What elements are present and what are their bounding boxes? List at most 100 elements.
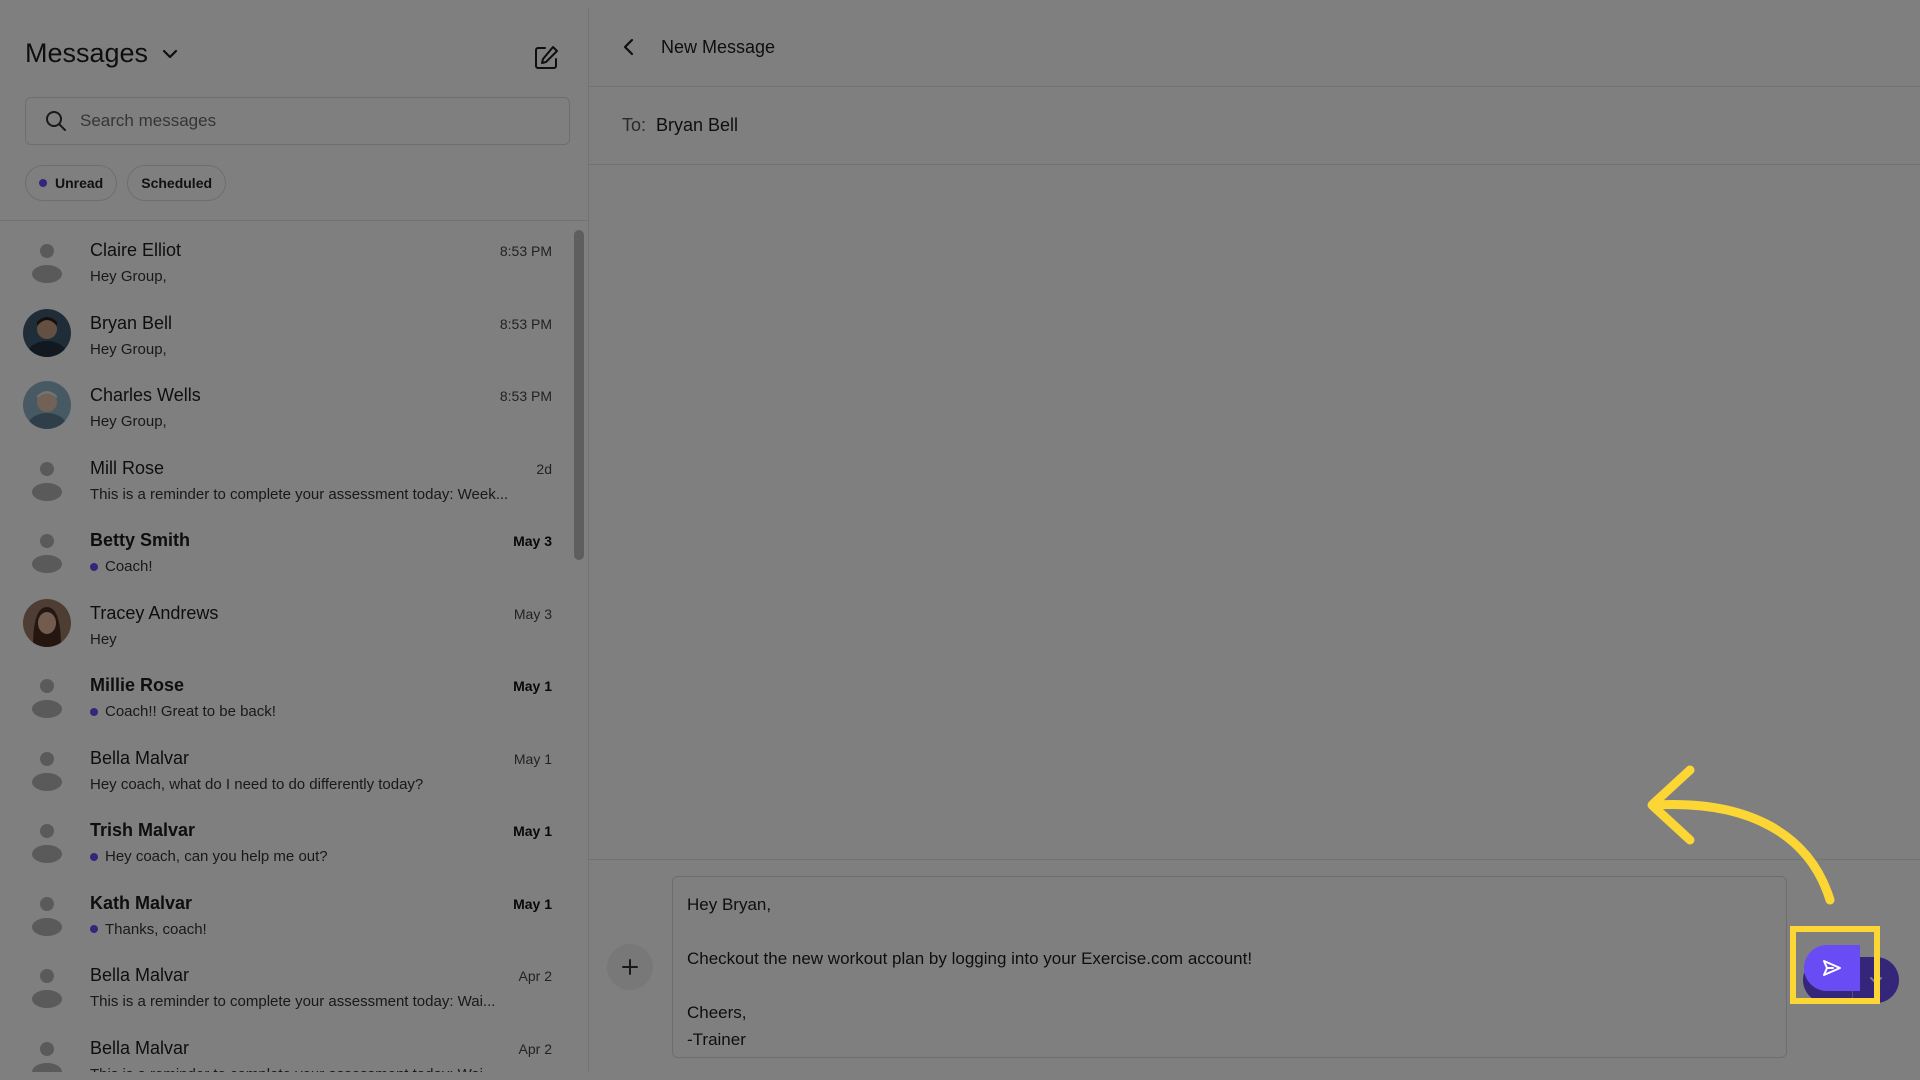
conversation-time: Apr 2	[518, 968, 552, 984]
conversation-time: May 3	[513, 533, 552, 549]
messages-sidebar: Messages Unread Scheduled Claire Elliot H…	[0, 8, 589, 1072]
conversation-time: May 1	[513, 678, 552, 694]
avatar	[23, 381, 71, 429]
conversation-name: Betty Smith	[90, 530, 191, 550]
conversation-item[interactable]: Bella Malvar Hey coach, what do I need to…	[0, 734, 574, 807]
conversation-time: May 1	[513, 823, 552, 839]
bottom-margin	[0, 1072, 1920, 1080]
message-header: New Message	[589, 8, 1920, 87]
back-arrow-icon[interactable]	[619, 37, 639, 57]
preview-text: This is a reminder to complete your asse…	[90, 993, 496, 1010]
preview-text: Hey coach, can you help me out?	[105, 848, 328, 865]
avatar	[23, 1033, 71, 1072]
filter-unread[interactable]: Unread	[25, 165, 118, 201]
conversation-time: 2d	[536, 460, 552, 477]
plus-icon	[622, 959, 638, 975]
conversation-preview: Hey coach, can you help me out?	[90, 848, 328, 865]
avatar	[23, 743, 71, 792]
curved-arrow-icon	[1647, 765, 1835, 905]
preview-text: This is a reminder to complete your asse…	[90, 485, 509, 503]
message-line: Hey Bryan,	[687, 895, 772, 914]
avatar	[23, 308, 71, 357]
conversation-preview: Hey	[90, 631, 117, 648]
preview-text: Hey Group,	[90, 268, 167, 285]
conversation-item[interactable]: Bella MalvarThis is a reminder to comple…	[0, 951, 574, 1024]
unread-dot-icon	[90, 707, 98, 716]
compose-icon[interactable]	[532, 44, 560, 72]
conversation-name: Kath Malvar	[90, 892, 193, 913]
preview-text: Coach!! Great to be back!	[105, 703, 276, 720]
conversation-preview: Hey coach, what do I need to do differen…	[90, 776, 423, 793]
message-line: Cheers,	[687, 1003, 747, 1022]
conversation-list: Claire Elliot Hey Group, 8:53 PM Bryan Bell…	[0, 226, 574, 1072]
unread-dot-icon	[90, 925, 98, 933]
search-icon	[46, 111, 66, 131]
conversation-item[interactable]: Bryan Bell Hey Group, 8:53 PM	[0, 299, 574, 372]
sidebar-title: Messages	[25, 38, 149, 68]
conversation-preview: Hey Group,	[90, 268, 167, 285]
conversation-preview: Hey Group,	[90, 413, 167, 430]
conversation-name: Millie Rose	[90, 675, 185, 695]
top-margin	[0, 0, 1920, 8]
conversation-item[interactable]: Kath Malvar Thanks, coach! May 1	[0, 879, 574, 952]
conversation-time: 8:53 PM	[499, 315, 552, 332]
filter-label: Unread	[55, 175, 104, 191]
search-input[interactable]	[80, 111, 540, 131]
conversation-name: Bella Malvar	[90, 1037, 190, 1058]
conversation-name: Bryan Bell	[90, 312, 173, 333]
conversation-item[interactable]: Charles Wells Hey Group, 8:53 PM	[0, 371, 574, 444]
conversation-name: Bella Malvar	[90, 747, 190, 768]
conversation-preview: Thanks, coach!	[90, 921, 207, 938]
conversation-item[interactable]: Trish Malvar Hey coach, can you help me o…	[0, 806, 574, 879]
scrollbar[interactable]	[574, 230, 584, 560]
filter-label: Scheduled	[141, 175, 213, 191]
conversation-name: Charles Wells	[90, 385, 201, 405]
preview-text: Thanks, coach!	[105, 920, 207, 938]
conversation-time: 8:53 PM	[499, 243, 552, 259]
conversation-item[interactable]: Bella MalvarThis is a reminder to comple…	[0, 1024, 574, 1072]
conversation-time: May 1	[513, 895, 552, 912]
conversation-item[interactable]: Claire Elliot Hey Group, 8:53 PM	[0, 226, 574, 299]
message-line	[687, 972, 1772, 999]
avatar	[23, 598, 71, 647]
avatar	[23, 236, 71, 284]
search-box[interactable]	[25, 97, 570, 145]
sidebar-header[interactable]: Messages	[25, 38, 180, 69]
avatar	[23, 453, 71, 502]
conversation-time: May 3	[513, 605, 552, 622]
attach-button[interactable]	[607, 944, 653, 990]
preview-text: Hey Group,	[90, 340, 167, 358]
conversation-name: Trish Malvar	[90, 820, 196, 840]
page-title: New Message	[661, 36, 776, 57]
filter-scheduled[interactable]: Scheduled	[127, 165, 227, 201]
conversation-name: Mill Rose	[90, 457, 165, 478]
divider	[0, 220, 588, 221]
conversation-time: May 1	[513, 750, 552, 767]
message-textarea[interactable]: Hey Bryan, Checkout the new workout plan…	[672, 876, 1787, 1058]
unread-dot-icon	[90, 562, 98, 571]
conversation-name: Tracey Andrews	[90, 602, 219, 623]
avatar	[23, 961, 71, 1009]
preview-text: Hey coach, what do I need to do differen…	[90, 775, 424, 793]
conversation-item[interactable]: Millie Rose Coach!! Great to be back! May …	[0, 661, 574, 734]
avatar	[23, 526, 71, 574]
preview-text: Hey	[90, 630, 117, 648]
highlight-box	[1790, 926, 1880, 1004]
recipient-name[interactable]: Bryan Bell	[656, 115, 738, 136]
preview-text: Hey Group,	[90, 413, 167, 430]
recipient-row[interactable]: To: Bryan Bell	[589, 87, 1920, 165]
chevron-down-icon[interactable]	[160, 44, 180, 64]
conversation-preview: This is a reminder to complete your asse…	[90, 993, 495, 1010]
conversation-item[interactable]: Tracey Andrews Hey May 3	[0, 589, 574, 662]
message-line: -Trainer	[687, 1030, 746, 1049]
message-line	[687, 918, 1772, 945]
conversation-preview: Coach!	[90, 558, 153, 575]
conversation-item[interactable]: Mill Rose This is a reminder to complete …	[0, 444, 574, 517]
conversation-name: Claire Elliot	[90, 240, 182, 260]
avatar	[23, 888, 71, 937]
conversation-item[interactable]: Betty Smith Coach! May 3	[0, 516, 574, 589]
conversation-time: Apr 2	[518, 1040, 552, 1057]
unread-dot-icon	[39, 179, 47, 187]
conversation-time: 8:53 PM	[499, 388, 552, 404]
preview-text: Coach!	[105, 558, 153, 575]
